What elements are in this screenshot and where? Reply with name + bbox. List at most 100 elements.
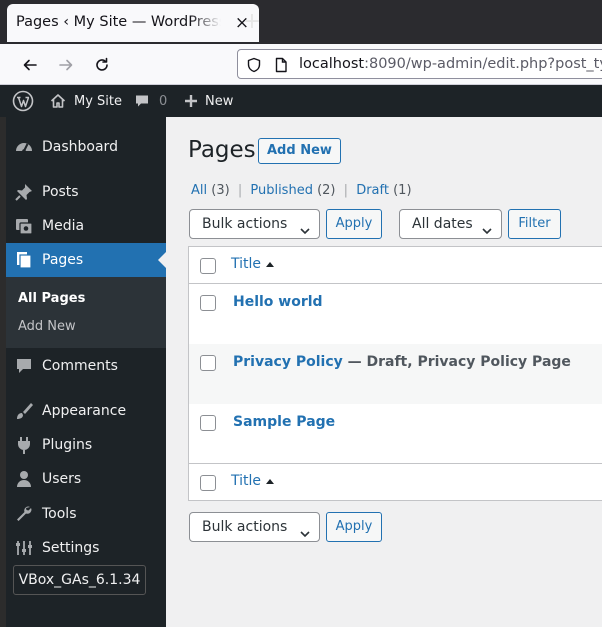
home-icon	[50, 93, 66, 109]
main-content: Pages Add New All (3) | Published (2) | …	[166, 117, 602, 627]
page-state: — Draft, Privacy Policy Page	[342, 354, 571, 370]
add-new-button[interactable]: Add New	[258, 138, 341, 164]
dashboard-icon	[6, 137, 42, 157]
url-host: localhost	[299, 56, 365, 72]
pin-icon	[6, 182, 42, 202]
new-label: New	[205, 93, 234, 109]
menu-dashboard[interactable]: Dashboard	[6, 130, 166, 164]
bulk-actions-value: Bulk actions	[202, 519, 288, 535]
url-bar[interactable]: localhost:8090/wp-admin/edit.php?post_ty…	[237, 49, 602, 79]
table-footer: Title	[189, 463, 602, 500]
select-all-checkbox-footer[interactable]	[200, 475, 216, 491]
chevron-down-icon	[299, 522, 311, 550]
filter-separator: |	[343, 183, 349, 198]
comment-bubble-icon	[134, 93, 150, 109]
chevron-down-icon	[299, 219, 311, 247]
new-tab-icon[interactable]: +	[240, 10, 264, 34]
row-checkbox[interactable]	[200, 295, 216, 311]
filter-draft-link[interactable]: Draft	[356, 183, 389, 198]
title-column-sort[interactable]: Title	[231, 256, 261, 272]
user-icon	[6, 469, 42, 489]
sort-ascending-icon	[266, 262, 274, 267]
table-row: Sample Page	[189, 404, 602, 464]
all-dates-select[interactable]: All dates	[399, 209, 502, 239]
table-row: Privacy Policy — Draft, Privacy Policy P…	[189, 344, 602, 404]
page-icon[interactable]	[273, 57, 289, 73]
apply-button-bottom[interactable]: Apply	[326, 512, 382, 542]
menu-appearance[interactable]: Appearance	[6, 394, 166, 428]
url-text: localhost:8090/wp-admin/edit.php?post_ty…	[299, 56, 602, 72]
menu-label: Settings	[42, 540, 100, 556]
brush-icon	[6, 401, 42, 421]
sort-ascending-icon	[266, 479, 274, 484]
menu-label: Pages	[42, 252, 84, 268]
wordpress-logo-icon[interactable]	[12, 85, 34, 117]
menu-users[interactable]: Users	[6, 462, 166, 496]
wrench-icon	[6, 504, 42, 524]
comment-icon	[6, 356, 42, 376]
site-name: My Site	[74, 93, 123, 109]
bulk-actions-select[interactable]: Bulk actions	[189, 209, 320, 239]
menu-label: Comments	[42, 358, 118, 374]
menu-label: Plugins	[42, 437, 93, 453]
select-all-checkbox[interactable]	[200, 258, 216, 274]
plug-icon	[6, 435, 42, 455]
forward-arrow-icon[interactable]	[54, 53, 78, 77]
page-title-link[interactable]: Hello world	[233, 294, 323, 310]
comments-link[interactable]: 0	[134, 85, 167, 117]
pages-submenu: All Pages Add New	[6, 277, 166, 348]
menu-label: Tools	[42, 506, 77, 522]
pages-table: Title Hello world Privacy Policy — Draft…	[188, 246, 602, 501]
filter-all-link[interactable]: All	[191, 183, 207, 198]
new-content-link[interactable]: New	[184, 85, 233, 117]
menu-posts[interactable]: Posts	[6, 175, 166, 209]
chevron-down-icon	[481, 219, 493, 247]
reload-icon[interactable]	[90, 53, 114, 77]
back-arrow-icon[interactable]	[18, 53, 42, 77]
pages-icon	[6, 250, 42, 270]
url-path: :8090/wp-admin/edit.php?post_typ	[364, 56, 602, 72]
page-title-link[interactable]: Sample Page	[233, 414, 335, 430]
status-filters: All (3) | Published (2) | Draft (1)	[191, 183, 412, 198]
filter-published-count: (2)	[317, 183, 336, 198]
tab-title: Pages ‹ My Site — WordPress	[16, 14, 221, 30]
menu-media[interactable]: Media	[6, 209, 166, 243]
row-title: Sample Page	[233, 414, 335, 430]
table-header: Title	[189, 247, 602, 284]
comments-count: 0	[159, 93, 168, 109]
menu-settings[interactable]: Settings	[6, 531, 166, 565]
menu-comments[interactable]: Comments	[6, 349, 166, 383]
browser-tab[interactable]: Pages ‹ My Site — WordPress ×	[7, 4, 259, 42]
row-checkbox[interactable]	[200, 355, 216, 371]
menu-label: Media	[42, 218, 85, 234]
bulk-actions-select-bottom[interactable]: Bulk actions	[189, 512, 320, 542]
page-title: Pages	[188, 137, 256, 163]
browser-navbar: localhost:8090/wp-admin/edit.php?post_ty…	[0, 44, 602, 85]
page-title-link[interactable]: Privacy Policy	[233, 354, 343, 370]
submenu-all-pages[interactable]: All Pages	[18, 291, 85, 306]
menu-plugins[interactable]: Plugins	[6, 428, 166, 462]
plus-icon	[184, 94, 198, 108]
vbox-tray-item[interactable]: VBox_GAs_6.1.34	[13, 565, 146, 595]
row-title: Privacy Policy — Draft, Privacy Policy P…	[233, 354, 571, 370]
title-column-sort-footer[interactable]: Title	[231, 473, 261, 489]
menu-label: Dashboard	[42, 139, 118, 155]
filter-draft-count: (1)	[393, 183, 412, 198]
shield-icon[interactable]	[246, 57, 262, 73]
row-checkbox[interactable]	[200, 415, 216, 431]
filter-all-count: (3)	[211, 183, 230, 198]
apply-button-top[interactable]: Apply	[326, 209, 382, 239]
menu-pages[interactable]: Pages	[6, 243, 166, 277]
browser-tab-strip: Pages ‹ My Site — WordPress × +	[0, 0, 602, 44]
row-title: Hello world	[233, 294, 323, 310]
filter-published-link[interactable]: Published	[250, 183, 313, 198]
all-dates-value: All dates	[412, 216, 473, 232]
menu-label: Posts	[42, 184, 79, 200]
filter-button[interactable]: Filter	[508, 209, 561, 239]
wp-admin-bar: My Site 0 New	[0, 85, 602, 117]
site-name-link[interactable]: My Site	[50, 85, 122, 117]
settings-icon	[6, 538, 42, 558]
menu-label: Users	[42, 471, 82, 487]
submenu-add-new[interactable]: Add New	[18, 319, 76, 334]
menu-tools[interactable]: Tools	[6, 497, 166, 531]
